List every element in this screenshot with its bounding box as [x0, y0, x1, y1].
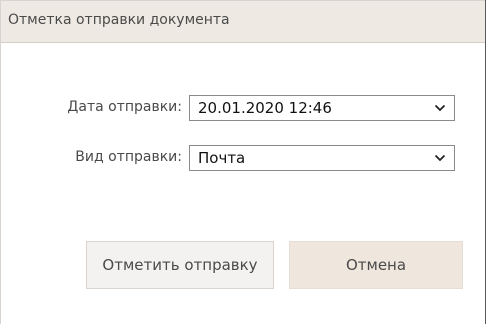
send-type-value: Почта: [198, 149, 246, 167]
dialog-title-bar[interactable]: Отметка отправки документа: [1, 1, 486, 43]
send-mark-dialog: Отметка отправки документа Дата отправки…: [0, 0, 486, 324]
cancel-button[interactable]: Отмена: [289, 241, 463, 289]
send-date-dropdown[interactable]: 20.01.2020 12:46: [189, 95, 455, 121]
mark-sent-button[interactable]: Отметить отправку: [86, 241, 274, 289]
send-type-label: Вид отправки:: [75, 149, 182, 165]
window-edge: [485, 0, 486, 324]
send-date-value: 20.01.2020 12:46: [198, 99, 332, 117]
dialog-title: Отметка отправки документа: [8, 12, 230, 28]
send-date-label: Дата отправки:: [67, 99, 182, 115]
chevron-down-icon: [434, 104, 446, 112]
send-type-dropdown[interactable]: Почта: [189, 145, 455, 171]
chevron-down-icon: [434, 154, 446, 162]
